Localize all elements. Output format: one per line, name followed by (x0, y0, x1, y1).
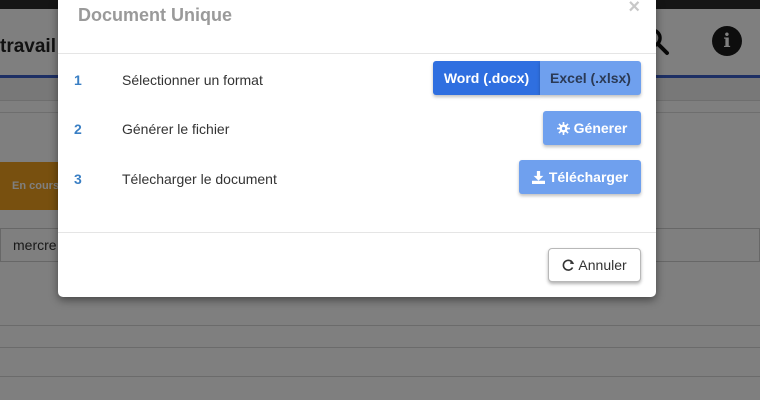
close-icon[interactable]: × (628, 0, 640, 19)
modal-footer: Annuler (58, 232, 656, 297)
modal-title: Document Unique (78, 5, 233, 25)
cancel-button-label: Annuler (578, 257, 627, 273)
download-icon (531, 160, 545, 194)
gear-icon (556, 111, 570, 145)
generate-button[interactable]: Génerer (543, 111, 641, 145)
format-excel-button[interactable]: Excel (.xlsx) (540, 61, 641, 95)
download-button[interactable]: Télécharger (519, 160, 641, 194)
step-row-generate: 2 Générer le fichier Génerer (58, 111, 656, 161)
format-word-button[interactable]: Word (.docx) (433, 61, 540, 95)
modal-header: Document Unique × (58, 0, 656, 54)
step-row-download: 3 Télecharger le document Télécharger (58, 160, 656, 211)
refresh-icon (562, 257, 578, 273)
step-number: 1 (74, 72, 82, 88)
cancel-button[interactable]: Annuler (548, 248, 641, 282)
step-number: 3 (74, 171, 82, 187)
step-number: 2 (74, 121, 82, 137)
step-row-format: 1 Sélectionner un format Word (.docx) Ex… (58, 61, 656, 112)
download-button-label: Télécharger (548, 169, 629, 185)
document-unique-modal: Document Unique × 1 Sélectionner un form… (58, 0, 656, 297)
step-label: Télecharger le document (122, 171, 277, 187)
step-label: Générer le fichier (122, 121, 230, 137)
step-label: Sélectionner un format (122, 72, 263, 88)
generate-button-label: Génerer (573, 120, 628, 136)
